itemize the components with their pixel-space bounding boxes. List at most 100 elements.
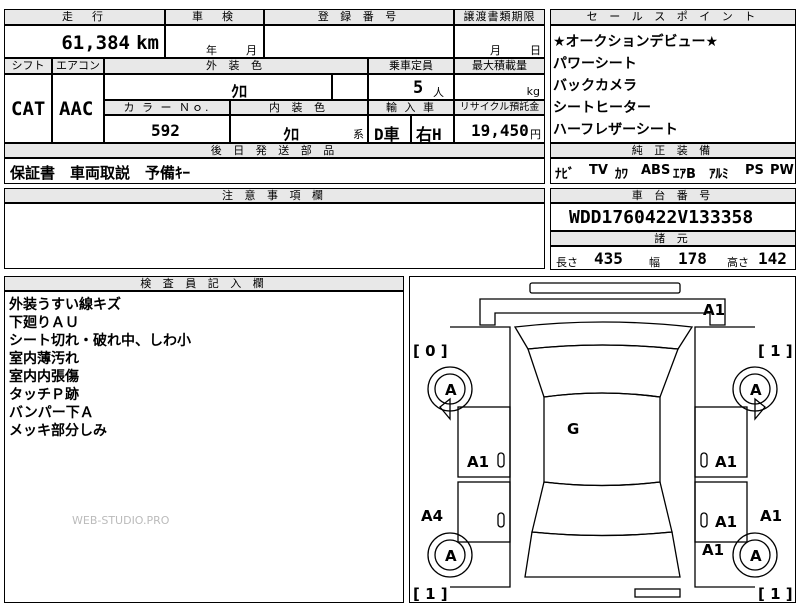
mark-left-rear-quarter: A4 (421, 507, 443, 525)
front-bumper-outline (479, 298, 726, 326)
front-bumper-shape (529, 282, 681, 294)
inspection-cell: 年 月 (165, 25, 264, 58)
mark-left-rear-tire: [ 1 ] (413, 585, 448, 602)
dims-header: 諸 元 (550, 231, 796, 246)
sale-point-item: バックカメラ (553, 78, 637, 94)
notes-header: 注 意 事 項 欄 (4, 188, 545, 203)
mileage-header: 走 行 (4, 9, 165, 25)
trunk-shape (524, 531, 681, 578)
equipment-box: ﾅﾋﾞ TV ｶﾜ ABS ｴｱB ｱﾙﾐ PS PW (550, 158, 796, 184)
mark-left-rear-wheel: A (445, 547, 457, 565)
recycle-value: 19,450 (471, 121, 529, 140)
color-no-cell: 592 (104, 115, 230, 143)
rear-window-shape (531, 481, 673, 537)
load-cell: kg (454, 74, 545, 100)
mark-right-rear-fender: A1 (702, 541, 724, 559)
height-label: 高さ (727, 256, 749, 269)
car-diagram-frame: A1 [ 0 ] [ 1 ] A A G A1 A1 A4 A1 A1 A1 A… (409, 276, 796, 603)
exterior-extra-cell (332, 74, 368, 100)
sale-point-item: ハーフレザーシート (553, 122, 678, 138)
exterior-header: 外 装 色 (104, 58, 368, 74)
equipment-header: 純 正 装 備 (550, 143, 796, 158)
dims-box: 長さ 435 幅 178 高さ 142 (550, 246, 796, 270)
inspector-line: バンパー下Ａ (9, 405, 94, 421)
inspector-line: 室内内張傷 (9, 369, 79, 385)
mark-left-front-wheel: A (445, 381, 457, 399)
recycle-unit: 円 (530, 128, 541, 141)
inspector-line: シート切れ・破れ中、しわ小 (9, 333, 191, 349)
chassis-box: WDD1760422V133358 (550, 203, 796, 231)
mileage-unit: km (136, 32, 159, 54)
equipment-item: ﾅﾋﾞ (555, 167, 575, 182)
inspection-header: 車 検 (165, 9, 264, 25)
mileage-cell: 61,384 km (4, 25, 165, 58)
color-no-value: 592 (151, 121, 180, 140)
equipment-item: ｶﾜ (615, 167, 628, 182)
width-label: 幅 (649, 256, 660, 269)
inspector-header: 検 査 員 記 入 欄 (4, 276, 404, 291)
shift-value: CAT (11, 98, 46, 120)
chassis-number: WDD1760422V133358 (569, 207, 754, 228)
right-rear-door (694, 481, 748, 543)
equipment-item: PS (745, 163, 764, 178)
width-value: 178 (678, 249, 707, 268)
steering-value: 右H (416, 125, 442, 144)
equipment-item: ｱﾙﾐ (709, 167, 729, 182)
sale-point-item: シートヒーター (553, 100, 651, 116)
right-front-handle (700, 452, 708, 468)
windshield-shape (527, 344, 679, 398)
inspector-line: 下廻りＡＵ (9, 315, 79, 331)
inspector-line: メッキ部分しみ (9, 423, 107, 439)
ac-header: エアコン (52, 58, 104, 74)
mark-right-rear-tire: [ 1 ] (758, 585, 793, 602)
import-header: 輸 入 車 (368, 100, 454, 115)
recycle-cell: 19,450 円 (454, 115, 545, 143)
height-value: 142 (758, 249, 787, 268)
inspection-year-label: 年 (206, 44, 217, 57)
chassis-header: 車 台 番 号 (550, 188, 796, 203)
inspector-line: 室内薄汚れ (9, 351, 79, 367)
equipment-item: ABS (641, 163, 671, 178)
load-unit: kg (526, 85, 540, 98)
inspector-line: 外装うすい線キズ (9, 297, 121, 313)
mark-roof: G (567, 420, 579, 438)
transfer-header: 譲渡書類期限 (454, 9, 545, 25)
color-no-header: カ ラ ー Ｎｏ. (104, 100, 230, 115)
length-label: 長さ (556, 256, 578, 269)
mark-right-front-tire: [ 1 ] (758, 342, 793, 360)
rear-bumper-shape (634, 588, 681, 598)
transfer-cell: 月 日 (454, 25, 545, 58)
sale-point-item: パワーシート (553, 56, 637, 72)
notes-area (4, 203, 545, 269)
import-type-cell: D車 (368, 115, 411, 144)
equipment-item: PW (770, 163, 794, 178)
left-front-handle (497, 452, 505, 468)
mark-left-front-tire: [ 0 ] (413, 342, 448, 360)
mark-right-rear-door: A1 (715, 513, 737, 531)
capacity-value: 5 (413, 78, 424, 98)
mark-left-front-door: A1 (467, 453, 489, 471)
later-parts-value: 保証書 車両取説 予備ｷｰ (10, 164, 191, 182)
mark-front-bumper: A1 (703, 301, 725, 319)
recycle-header: リサイクル預託金 (454, 100, 545, 115)
ac-value: AAC (59, 98, 94, 120)
import-type-value: D車 (374, 125, 400, 144)
registration-header: 登 録 番 号 (264, 9, 454, 25)
transfer-day-label: 日 (530, 44, 541, 57)
later-parts-cell: 保証書 車両取説 予備ｷｰ (4, 158, 545, 184)
exterior-value: ｸﾛ (231, 82, 248, 101)
shift-cell: CAT (4, 74, 52, 143)
mark-right-rear-wheel: A (750, 547, 762, 565)
transfer-month-label: 月 (490, 44, 501, 57)
interior-suffix: 系 (353, 128, 364, 141)
inspection-month-label: 月 (246, 44, 257, 57)
exterior-cell: ｸﾛ (104, 74, 332, 101)
load-header: 最大積載量 (454, 58, 545, 74)
inspector-line: タッチＰ跡 (9, 387, 79, 403)
left-rear-handle (497, 512, 505, 528)
left-rear-door (457, 481, 511, 543)
steering-cell: 右H (411, 115, 454, 144)
capacity-unit: 人 (433, 86, 444, 99)
later-parts-header: 後 日 発 送 部 品 (4, 143, 545, 158)
capacity-cell: 5 人 (368, 74, 454, 100)
